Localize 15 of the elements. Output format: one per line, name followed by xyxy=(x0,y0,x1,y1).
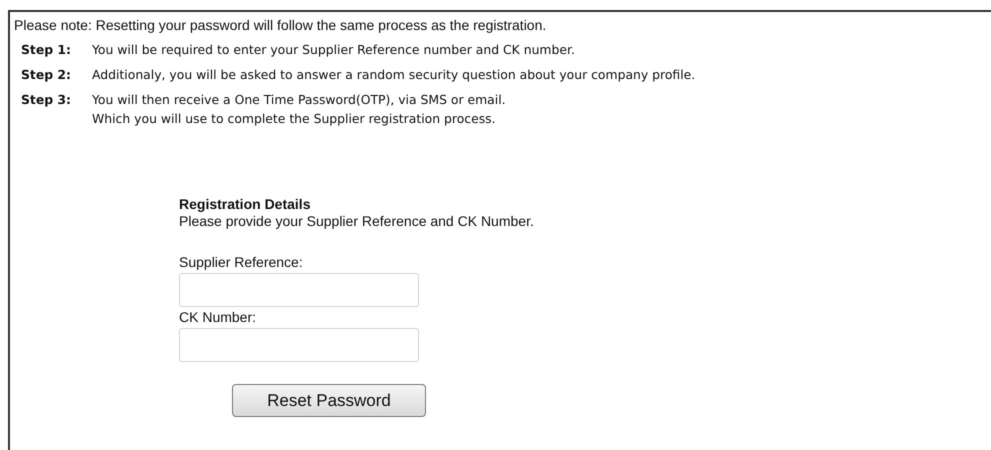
step-text: Which you will use to complete the Supplier registration process. xyxy=(92,110,497,128)
step-text: You will be required to enter your Supplier Reference number and CK number. xyxy=(92,41,575,59)
input-field[interactable] xyxy=(179,328,419,362)
field-label: Supplier Reference: xyxy=(179,254,304,271)
field-label: CK Number: xyxy=(179,309,258,326)
form-title: Registration Details xyxy=(179,196,312,213)
step-text: You will then receive a One Time Password(OTP), via SMS or email. xyxy=(92,91,506,109)
note-text: Please note: Resetting your password will follow the same process as the registration. xyxy=(14,17,548,34)
form-instruction: Please provide your Supplier Reference and CK Number. xyxy=(179,213,535,230)
step-text: Additionaly, you will be asked to answer a random security question about your company profile. xyxy=(92,66,696,84)
step-label: Step 3: xyxy=(21,91,72,109)
step-label: Step 1: xyxy=(21,41,72,59)
step-label: Step 2: xyxy=(21,66,72,84)
input-field[interactable] xyxy=(179,273,419,307)
reset-password-button[interactable]: Reset Password xyxy=(232,384,426,417)
